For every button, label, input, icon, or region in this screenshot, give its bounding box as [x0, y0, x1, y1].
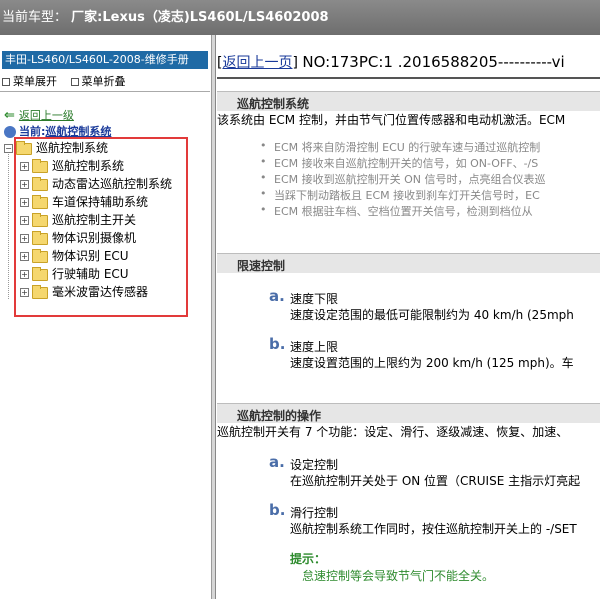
title-bar: 当前车型： 厂家:Lexus（凌志)LS460L/LS4602008	[0, 0, 600, 35]
sidebar-back-link[interactable]: ⇐ 返回上一级	[4, 107, 74, 123]
document-pane: [返回上一页] NO:173PC:1 .2016588205----------…	[217, 35, 600, 599]
item-letter: a.	[269, 453, 285, 471]
vehicle-model: 厂家:Lexus（凌志)LS460L/LS4602008	[71, 10, 329, 25]
item-description: 速度设定范围的最低可能限制约为 40 km/h (25mph	[290, 308, 574, 322]
item-description: 速度设置范围的上限约为 200 km/h (125 mph)。车	[290, 356, 574, 370]
tree-connector	[8, 151, 9, 299]
collapse-toggle-icon[interactable]: −	[4, 144, 13, 153]
section-header: 巡航控制的操作	[217, 403, 600, 423]
divider	[0, 91, 210, 92]
divider	[217, 77, 600, 79]
pane-splitter[interactable]	[212, 35, 216, 599]
bullet-item: 当踩下制动踏板且 ECM 接收到刹车灯开关信号时，EC	[260, 187, 540, 203]
title-prefix: 当前车型：	[2, 10, 68, 25]
back-arrow-icon: ⇐	[4, 108, 15, 123]
item-title: 速度下限	[290, 292, 339, 306]
manual-title: 丰田-LS460/LS460L-2008-维修手册	[2, 51, 208, 69]
section-intro: 巡航控制开关有 7 个功能：设定、滑行、逐级减速、恢复、加速、	[217, 425, 569, 439]
section-header: 限速控制	[217, 253, 600, 273]
bullet-item: ECM 接收到巡航控制开关 ON 信号时，点亮组合仪表巡	[260, 171, 545, 187]
item-letter: a.	[269, 287, 285, 305]
item-letter: b.	[269, 501, 286, 519]
menu-expand-button[interactable]: 菜单展开	[2, 73, 57, 89]
item-letter: b.	[269, 335, 286, 353]
menu-collapse-button[interactable]: 菜单折叠	[70, 73, 126, 89]
item-description: 巡航控制系统工作同时，按住巡航控制开关上的 -/SET	[290, 522, 577, 536]
collapse-icon	[70, 78, 79, 86]
section-header: 巡航控制系统	[217, 91, 600, 111]
item-title: 设定控制	[290, 458, 339, 472]
document-header: [返回上一页] NO:173PC:1 .2016588205----------…	[217, 53, 565, 71]
sidebar: 丰田-LS460/LS460L-2008-维修手册 菜单展开 菜单折叠 ⇐ 返回上…	[0, 35, 212, 599]
bullet-item: ECM 接收来自巡航控制开关的信号，如 ON-OFF、-/S	[260, 155, 538, 171]
menu-toggle-row: 菜单展开 菜单折叠	[2, 73, 136, 89]
bullet-item: ECM 根据驻车档、空档位置开关信号，检测到档位从	[260, 203, 533, 219]
item-description: 在巡航控制开关处于 ON 位置（CRUISE 主指示灯亮起	[290, 474, 581, 488]
section-intro: 该系统由 ECM 控制，并由节气门位置传感器和电动机激活。ECM	[217, 113, 566, 127]
item-title: 滑行控制	[290, 506, 339, 520]
bullet-item: ECM 将来自防滑控制 ECU 的行驶车速与通过巡航控制	[260, 139, 540, 155]
tip-title: 提示：	[290, 552, 327, 566]
expand-icon	[2, 78, 10, 86]
highlight-box	[14, 137, 188, 317]
document-number: NO:173PC:1 .2016588205----------vi	[302, 53, 565, 71]
tip-description: 怠速控制等会导致节气门不能全关。	[302, 569, 495, 583]
back-page-link[interactable]: 返回上一页	[222, 55, 292, 71]
item-title: 速度上限	[290, 340, 339, 354]
